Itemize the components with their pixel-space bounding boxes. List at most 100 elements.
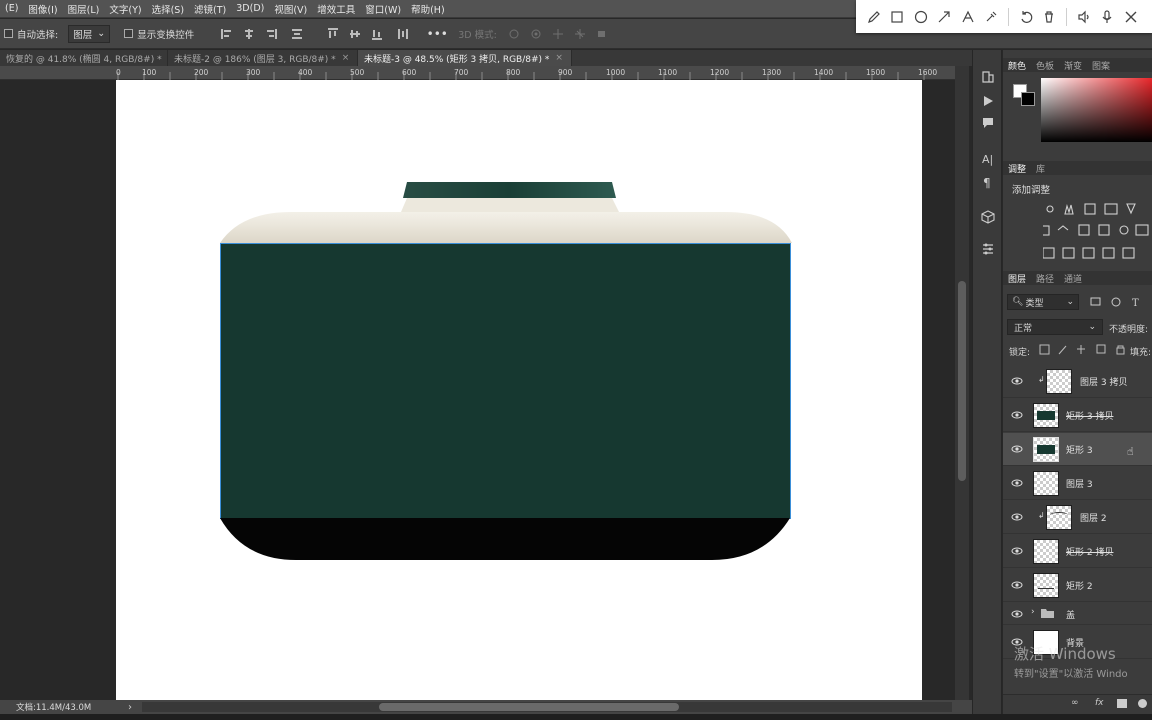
align-left-icon[interactable]	[220, 27, 234, 41]
eye-icon[interactable]	[1011, 545, 1023, 557]
tab-gradients[interactable]: 渐变	[1059, 59, 1087, 72]
background-color-swatch[interactable]	[1021, 92, 1035, 106]
3d-scale-icon[interactable]	[595, 27, 609, 41]
menu-view[interactable]: 视图(V)	[269, 2, 312, 16]
layer-row[interactable]: 矩形 2 拷贝	[1003, 535, 1152, 568]
distribute-icon[interactable]	[290, 27, 304, 41]
tab-document-2[interactable]: 未标题-2 @ 186% (图层 3, RGB/8#) * ×	[168, 50, 358, 66]
tab-swatches[interactable]: 色板	[1031, 59, 1059, 72]
color-picker-field[interactable]	[1041, 78, 1152, 142]
more-options-icon[interactable]: •••	[427, 27, 448, 41]
menu-help[interactable]: 帮助(H)	[406, 2, 450, 16]
tab-document-3[interactable]: 未标题-3 @ 48.5% (矩形 3 拷贝, RGB/8#) * ×	[358, 50, 572, 66]
microphone-icon[interactable]	[1096, 0, 1120, 33]
3d-slide-icon[interactable]	[573, 27, 587, 41]
auto-select-checkbox[interactable]	[4, 29, 13, 38]
align-bottom-icon[interactable]	[370, 27, 384, 41]
arrow-icon[interactable]	[933, 0, 957, 33]
highlighter-icon[interactable]	[980, 0, 1004, 33]
layer-filter-dropdown[interactable]: 🔍︎ 类型 ⌄	[1007, 294, 1079, 310]
canvas-area[interactable]	[0, 80, 955, 700]
tab-color[interactable]: 颜色	[1003, 59, 1031, 72]
menu-edit[interactable]: (E)	[0, 3, 23, 14]
scrollbar-thumb[interactable]	[379, 703, 679, 711]
3d-pan-icon[interactable]	[551, 27, 565, 41]
eye-icon[interactable]	[1011, 608, 1023, 620]
chevron-right-icon[interactable]: ›	[128, 702, 132, 713]
speaker-icon[interactable]	[1072, 0, 1096, 33]
mask-icon[interactable]	[1117, 699, 1127, 708]
tab-patterns[interactable]: 图案	[1087, 59, 1115, 72]
align-middle-icon[interactable]	[348, 27, 362, 41]
layer-row[interactable]: 矩形 2	[1003, 569, 1152, 602]
auto-select-dropdown[interactable]: 图层 ⌄	[68, 24, 111, 43]
fx-icon[interactable]: fx	[1095, 698, 1104, 708]
link-icon[interactable]: ∞	[1071, 698, 1079, 708]
align-right-icon[interactable]	[264, 27, 278, 41]
3d-roll-icon[interactable]	[529, 27, 543, 41]
play-icon[interactable]	[979, 92, 997, 110]
distribute-vertical-icon[interactable]	[396, 27, 410, 41]
blend-mode-dropdown[interactable]: 正常 ⌄	[1007, 319, 1103, 335]
base-shape[interactable]	[220, 518, 790, 560]
close-icon[interactable]: ×	[342, 53, 350, 63]
eye-icon[interactable]	[1011, 375, 1023, 387]
menu-layer[interactable]: 图层(L)	[63, 2, 105, 16]
adjustment-layer-icon[interactable]	[1138, 699, 1147, 708]
adjustment-icons[interactable]	[1043, 202, 1152, 262]
menu-plugins[interactable]: 增效工具	[312, 2, 360, 16]
bottle-artwork[interactable]	[116, 80, 922, 700]
vertical-scrollbar[interactable]	[955, 66, 969, 700]
eye-icon[interactable]	[1011, 579, 1023, 591]
ellipse-icon[interactable]	[909, 0, 933, 33]
paragraph-icon[interactable]: ¶	[979, 173, 997, 191]
layer-row[interactable]: ↲ 图层 2	[1003, 501, 1152, 534]
eye-icon[interactable]	[1011, 443, 1023, 455]
tab-adjustments[interactable]: 调整	[1003, 162, 1031, 175]
align-center-icon[interactable]	[242, 27, 256, 41]
menu-filter[interactable]: 滤镜(T)	[189, 2, 231, 16]
tab-document-1[interactable]: 恢复的 @ 41.8% (椭圆 4, RGB/8#) *×	[0, 50, 168, 66]
tab-channels[interactable]: 通道	[1059, 272, 1087, 285]
3d-cube-icon[interactable]	[979, 208, 997, 226]
properties-icon[interactable]	[979, 240, 997, 258]
neck-shape[interactable]	[401, 198, 619, 212]
layer-filter-icons[interactable]: T	[1089, 295, 1149, 309]
rectangle-icon[interactable]	[886, 0, 910, 33]
eye-icon[interactable]	[1011, 511, 1023, 523]
layer-row[interactable]: 矩形 3 拷贝	[1003, 399, 1152, 432]
menu-type[interactable]: 文字(Y)	[104, 2, 146, 16]
scrollbar-thumb[interactable]	[958, 281, 966, 481]
menu-window[interactable]: 窗口(W)	[360, 2, 406, 16]
eye-icon[interactable]	[1011, 409, 1023, 421]
layer-row[interactable]: 图层 3	[1003, 467, 1152, 500]
trash-icon[interactable]	[1038, 0, 1062, 33]
layer-row-selected[interactable]: 矩形 3 ☝	[1003, 433, 1152, 466]
menu-image[interactable]: 图像(I)	[23, 2, 62, 16]
shoulder-shape[interactable]	[220, 212, 792, 243]
body-rectangle[interactable]	[220, 243, 790, 518]
layer-row[interactable]: ↲ 图层 3 拷贝	[1003, 365, 1152, 398]
document-canvas[interactable]	[116, 80, 922, 700]
comment-icon[interactable]	[979, 114, 997, 132]
chevron-right-icon[interactable]: ›	[1031, 607, 1035, 617]
eye-icon[interactable]	[1011, 477, 1023, 489]
text-icon[interactable]	[956, 0, 980, 33]
3d-orbit-icon[interactable]	[507, 27, 521, 41]
close-icon[interactable]: ×	[555, 53, 563, 63]
close-icon[interactable]	[1119, 0, 1143, 33]
align-top-icon[interactable]	[326, 27, 340, 41]
character-icon[interactable]: A|	[979, 150, 997, 168]
menu-select[interactable]: 选择(S)	[147, 2, 189, 16]
cap-shape[interactable]	[403, 182, 616, 198]
lock-icons[interactable]	[1039, 343, 1129, 356]
tab-paths[interactable]: 路径	[1031, 272, 1059, 285]
tab-libraries[interactable]: 库	[1031, 162, 1050, 175]
show-transform-checkbox[interactable]	[124, 29, 134, 38]
undo-icon[interactable]	[1014, 0, 1038, 33]
horizontal-scrollbar[interactable]	[142, 702, 952, 712]
tab-layers[interactable]: 图层	[1003, 272, 1031, 285]
menu-3d[interactable]: 3D(D)	[231, 3, 269, 14]
pencil-icon[interactable]	[862, 0, 886, 33]
history-icon[interactable]	[979, 68, 997, 86]
